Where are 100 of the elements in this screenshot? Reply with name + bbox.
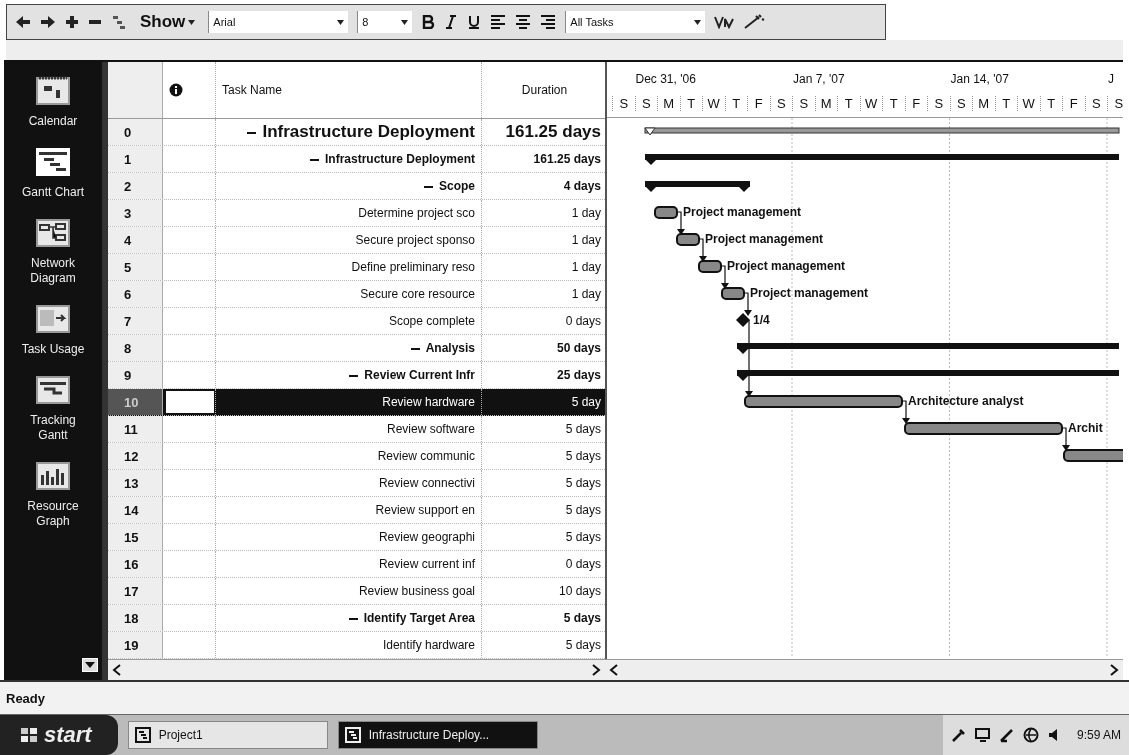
- globe-icon[interactable]: [1022, 727, 1039, 743]
- view-bar-item[interactable]: Network Diagram: [7, 218, 99, 286]
- row-number: 1: [108, 146, 163, 172]
- day-label: S: [949, 96, 972, 111]
- right-arrow-icon[interactable]: [40, 15, 56, 29]
- task-row[interactable]: 19 Identify hardware 5 days: [108, 632, 605, 659]
- monitor-icon[interactable]: [974, 727, 991, 743]
- project-summary-bar[interactable]: [644, 127, 1120, 136]
- network-icon: [36, 218, 70, 248]
- task-row[interactable]: 7 Scope complete 0 days: [108, 308, 605, 335]
- view-bar-item[interactable]: Tracking Gantt: [7, 375, 99, 443]
- scroll-left-icon[interactable]: [609, 664, 619, 676]
- italic-icon[interactable]: [444, 15, 459, 29]
- start-button[interactable]: start: [0, 715, 118, 755]
- summary-bar[interactable]: [737, 370, 1119, 381]
- scroll-left-icon[interactable]: [112, 664, 122, 676]
- view-bar-item[interactable]: Gantt Chart: [7, 147, 99, 200]
- scroll-right-icon[interactable]: [591, 664, 601, 676]
- task-row[interactable]: 15 Review geographi 5 days: [108, 524, 605, 551]
- task-row[interactable]: 10 Review hardware 5 day: [108, 389, 605, 416]
- task-bar[interactable]: [676, 233, 700, 246]
- info-icon: [169, 83, 183, 97]
- row-number: 7: [108, 308, 163, 334]
- task-row[interactable]: 6 Secure core resource 1 day: [108, 281, 605, 308]
- scroll-right-icon[interactable]: [1109, 664, 1119, 676]
- day-label: S: [792, 96, 815, 111]
- task-row[interactable]: 17 Review business goal 10 days: [108, 578, 605, 605]
- pen-icon[interactable]: [998, 727, 1015, 743]
- view-bar-item[interactable]: Task Usage: [7, 304, 99, 357]
- bold-icon[interactable]: [421, 15, 436, 29]
- font-size-field[interactable]: 8: [357, 11, 413, 33]
- align-left-icon[interactable]: [490, 15, 507, 29]
- day-label: S: [634, 96, 657, 111]
- task-name: Identify Target Area: [363, 611, 475, 625]
- task-name: Review connectivi: [378, 476, 475, 490]
- day-label: S: [927, 96, 950, 111]
- task-name: Scope complete: [388, 314, 475, 328]
- task-row[interactable]: 14 Review support en 5 days: [108, 497, 605, 524]
- align-right-icon[interactable]: [540, 15, 557, 29]
- task-row[interactable]: 18 Identify Target Area 5 days: [108, 605, 605, 632]
- milestone-diamond[interactable]: [736, 313, 750, 327]
- task-bar[interactable]: [654, 206, 678, 219]
- view-bar-label: Task Usage: [20, 342, 86, 357]
- gantt-icon: [36, 375, 70, 405]
- task-row[interactable]: 11 Review software 5 days: [108, 416, 605, 443]
- day-label: M: [814, 96, 837, 111]
- week-label: Dec 31, '06: [635, 72, 696, 86]
- cell-editor[interactable]: [165, 390, 215, 414]
- task-row[interactable]: 16 Review current inf 0 days: [108, 551, 605, 578]
- taskbar-button[interactable]: Project1: [127, 721, 328, 749]
- taskbar-button[interactable]: Infrastructure Deploy...: [337, 721, 538, 749]
- day-label: W: [1017, 96, 1040, 111]
- summary-bar[interactable]: [645, 154, 1119, 165]
- subtasks-icon[interactable]: [111, 14, 127, 30]
- horizontal-scrollbar[interactable]: [108, 660, 605, 680]
- underline-icon[interactable]: [467, 15, 482, 29]
- summary-bar[interactable]: [645, 181, 750, 192]
- day-label: F: [747, 96, 770, 111]
- caret-icon: [188, 19, 196, 25]
- task-row[interactable]: 2 Scope 4 days: [108, 173, 605, 200]
- font-field[interactable]: Arial: [208, 11, 349, 33]
- duration-cell-text: 5 days: [564, 529, 602, 546]
- scroll-down-icon[interactable]: [82, 658, 98, 672]
- task-name: Identify hardware: [382, 638, 475, 652]
- gantt-icon: [36, 147, 70, 177]
- duration-cell-text: 0 days: [564, 556, 602, 573]
- day-label: S: [769, 96, 792, 111]
- task-row[interactable]: 13 Review connectivi 5 days: [108, 470, 605, 497]
- task-name: Infrastructure Deployment: [324, 152, 475, 166]
- plus-icon[interactable]: [65, 15, 79, 29]
- show-menu-button[interactable]: Show: [136, 12, 200, 32]
- view-bar-item[interactable]: Resource Graph: [7, 461, 99, 529]
- view-bar-item[interactable]: Calendar: [7, 76, 99, 129]
- task-name: Secure project sponso: [355, 233, 475, 247]
- wand-icon[interactable]: [743, 14, 766, 30]
- view-bar-label: Calendar: [27, 114, 79, 129]
- summary-bar[interactable]: [737, 343, 1119, 354]
- column-header[interactable]: Duration: [482, 62, 605, 118]
- task-row[interactable]: 3 Determine project sco 1 day: [108, 200, 605, 227]
- duration-cell-text: 1 day: [570, 205, 602, 222]
- horizontal-scrollbar[interactable]: [605, 660, 1123, 680]
- task-bar[interactable]: [698, 260, 722, 273]
- plug-icon[interactable]: [950, 727, 967, 743]
- task-row[interactable]: 5 Define preliminary reso 1 day: [108, 254, 605, 281]
- task-row[interactable]: 12 Review communic 5 days: [108, 443, 605, 470]
- align-center-icon[interactable]: [515, 15, 532, 29]
- column-header[interactable]: Task Name: [216, 62, 482, 118]
- left-arrow-icon[interactable]: [15, 15, 31, 29]
- filter-field[interactable]: All Tasks: [565, 11, 706, 33]
- task-row[interactable]: 8 Analysis 50 days: [108, 335, 605, 362]
- autofilter-icon[interactable]: [714, 15, 735, 29]
- task-row[interactable]: 1 Infrastructure Deployment 161.25 days: [108, 146, 605, 173]
- task-row[interactable]: 0 Infrastructure Deployment 161.25 days: [108, 119, 605, 146]
- task-row[interactable]: 4 Secure project sponso 1 day: [108, 227, 605, 254]
- task-bar[interactable]: [721, 287, 745, 300]
- dependency-arrow: [743, 292, 752, 316]
- duration-cell-text: 5 days: [564, 502, 602, 519]
- task-name: Define preliminary reso: [351, 260, 475, 274]
- row-number: 3: [108, 200, 163, 226]
- duration-cell-text: 1 day: [570, 259, 602, 276]
